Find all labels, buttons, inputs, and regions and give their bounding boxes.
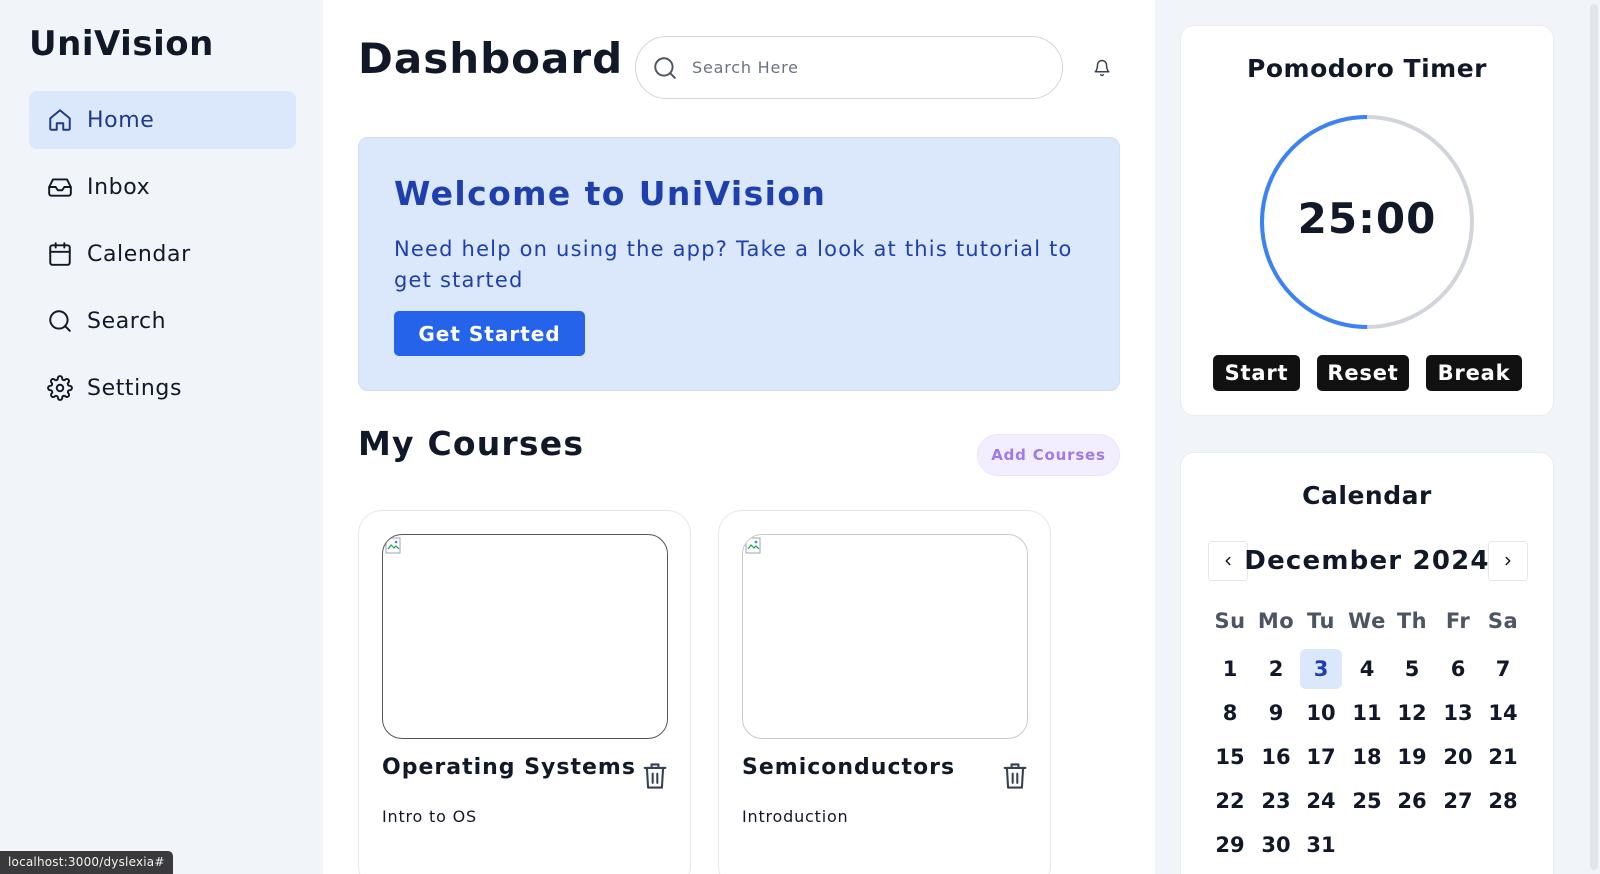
start-button[interactable]: Start: [1213, 355, 1300, 391]
calendar-icon: [47, 241, 73, 267]
break-button[interactable]: Break: [1426, 355, 1522, 391]
get-started-button[interactable]: Get Started: [394, 311, 585, 356]
welcome-text: Need help on using the app? Take a look …: [394, 237, 1073, 292]
calendar-day[interactable]: 26: [1391, 781, 1433, 821]
calendar-day[interactable]: 30: [1255, 825, 1297, 865]
sidebar-nav: Home Inbox Calendar Search Settings: [29, 91, 296, 426]
search-input[interactable]: [692, 58, 1012, 77]
calendar-day[interactable]: 8: [1209, 693, 1251, 733]
sidebar-item-label: Settings: [87, 375, 183, 401]
pomodoro-title: Pomodoro Timer: [1247, 54, 1487, 83]
calendar-day[interactable]: 7: [1482, 649, 1524, 689]
calendar-day[interactable]: 17: [1300, 737, 1342, 777]
calendar-day[interactable]: 14: [1482, 693, 1524, 733]
right-panel: Pomodoro Timer 25:00 Start Reset Break C…: [1155, 0, 1588, 874]
calendar-day[interactable]: 18: [1346, 737, 1388, 777]
course-subtitle: Intro to OS: [382, 807, 477, 826]
calendar-day[interactable]: 22: [1209, 781, 1251, 821]
sidebar-item-calendar[interactable]: Calendar: [29, 225, 296, 283]
sidebar-item-settings[interactable]: Settings: [29, 359, 296, 417]
calendar-day[interactable]: 4: [1346, 649, 1388, 689]
sidebar-item-home[interactable]: Home: [29, 91, 296, 149]
calendar-day[interactable]: 10: [1300, 693, 1342, 733]
calendar-day[interactable]: 24: [1300, 781, 1342, 821]
scrollbar-thumb[interactable]: [1590, 4, 1598, 870]
sidebar: UniVision Home Inbox Calendar Search Set…: [0, 0, 323, 874]
course-name: Operating Systems: [382, 755, 636, 780]
search-icon: [652, 55, 678, 81]
inbox-icon: [47, 174, 73, 200]
brand-logo: UniVision: [29, 24, 214, 64]
courses-title: My Courses: [358, 424, 585, 463]
calendar-day[interactable]: 13: [1437, 693, 1479, 733]
calendar-card: Calendar December 2024 Su Mo Tu We Th Fr Sa 1 2 3…: [1180, 452, 1554, 874]
add-courses-button[interactable]: Add Courses: [977, 434, 1120, 476]
calendar-day[interactable]: 21: [1482, 737, 1524, 777]
course-card[interactable]: Semiconductors Introduction: [718, 510, 1051, 874]
calendar-day-today[interactable]: 3: [1300, 649, 1342, 689]
calendar-title: Calendar: [1302, 481, 1432, 510]
weekday-label: Th: [1396, 609, 1428, 633]
home-icon: [47, 107, 73, 133]
calendar-day[interactable]: 20: [1437, 737, 1479, 777]
calendar-day[interactable]: 29: [1209, 825, 1251, 865]
course-name: Semiconductors: [742, 755, 956, 780]
broken-image-icon: [385, 537, 401, 554]
course-image: [742, 534, 1028, 739]
weekday-label: We: [1348, 609, 1386, 633]
weekday-label: Sa: [1487, 609, 1519, 633]
calendar-day[interactable]: 27: [1437, 781, 1479, 821]
status-bar-url: localhost:3000/dyslexia#: [0, 851, 173, 874]
calendar-day[interactable]: 9: [1255, 693, 1297, 733]
sidebar-item-inbox[interactable]: Inbox: [29, 158, 296, 216]
notification-bell-icon[interactable]: [1091, 57, 1113, 79]
calendar-day[interactable]: 12: [1391, 693, 1433, 733]
sidebar-item-search[interactable]: Search: [29, 292, 296, 350]
welcome-title: Welcome to UniVision: [394, 174, 827, 213]
calendar-day[interactable]: 28: [1482, 781, 1524, 821]
weekday-label: Fr: [1445, 609, 1471, 633]
calendar-day[interactable]: 23: [1255, 781, 1297, 821]
calendar-day[interactable]: 31: [1300, 825, 1342, 865]
broken-image-icon: [745, 537, 761, 554]
trash-icon[interactable]: [641, 761, 669, 791]
calendar-day[interactable]: 16: [1255, 737, 1297, 777]
course-card[interactable]: Operating Systems Intro to OS: [358, 510, 691, 874]
page-scrollbar[interactable]: [1588, 0, 1600, 874]
sidebar-item-label: Calendar: [87, 241, 191, 267]
reset-button[interactable]: Reset: [1317, 355, 1409, 391]
gear-icon: [47, 375, 73, 401]
course-subtitle: Introduction: [742, 807, 849, 826]
sidebar-item-label: Inbox: [87, 174, 151, 200]
calendar-day[interactable]: 15: [1209, 737, 1251, 777]
course-image: [382, 534, 668, 739]
weekday-label: Su: [1214, 609, 1246, 633]
calendar-day[interactable]: 11: [1346, 693, 1388, 733]
calendar-day[interactable]: 1: [1209, 649, 1251, 689]
trash-icon[interactable]: [1001, 761, 1029, 791]
calendar-day[interactable]: 6: [1437, 649, 1479, 689]
calendar-day[interactable]: 5: [1391, 649, 1433, 689]
weekday-label: Mo: [1257, 609, 1295, 633]
pomodoro-card: Pomodoro Timer 25:00 Start Reset Break: [1180, 25, 1554, 416]
search-icon: [47, 308, 73, 334]
main-content: Dashboard Welcome to UniVision Need help…: [323, 0, 1155, 874]
calendar-day[interactable]: 2: [1255, 649, 1297, 689]
calendar-day[interactable]: 19: [1391, 737, 1433, 777]
sidebar-item-label: Home: [87, 107, 155, 133]
page-title: Dashboard: [358, 34, 624, 83]
sidebar-item-label: Search: [87, 308, 167, 334]
timer-display: 25:00: [1297, 194, 1437, 243]
calendar-day[interactable]: 25: [1346, 781, 1388, 821]
weekday-label: Tu: [1307, 609, 1335, 633]
next-month-button[interactable]: [1488, 541, 1528, 581]
search-bar: [635, 36, 1063, 99]
chevron-right-icon: [1505, 556, 1511, 566]
welcome-banner: Welcome to UniVision Need help on using …: [358, 137, 1120, 391]
